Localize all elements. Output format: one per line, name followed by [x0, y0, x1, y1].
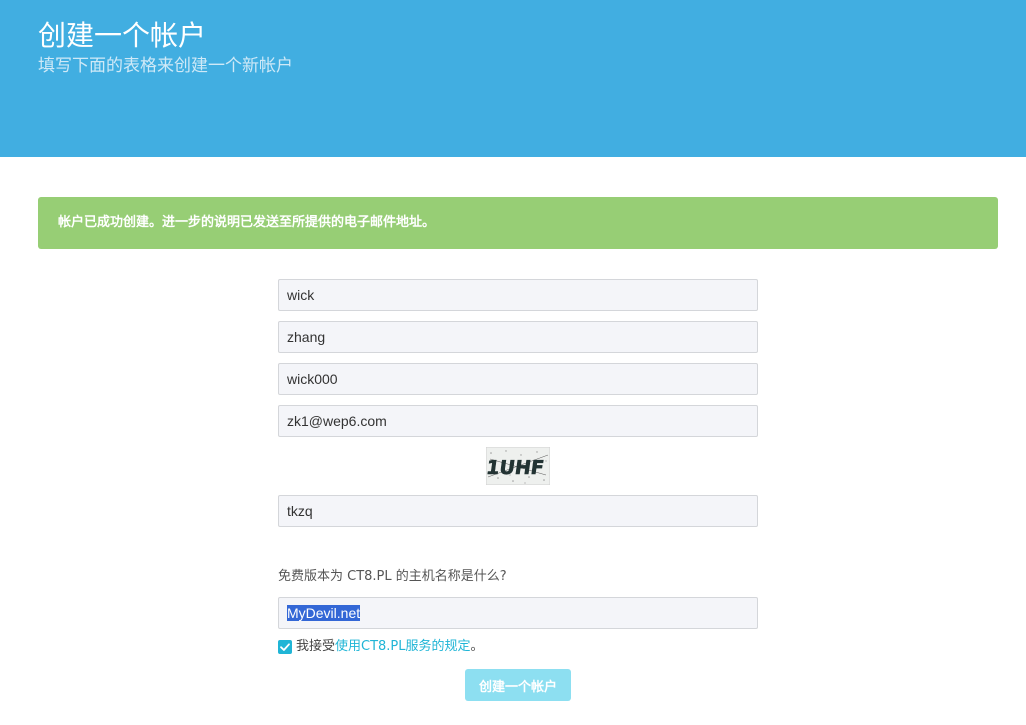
last-name-input[interactable]: zhang [278, 321, 758, 353]
first-name-input[interactable]: wick [278, 279, 758, 311]
username-value: wick000 [287, 371, 338, 387]
captcha-input[interactable]: tkzq [278, 495, 758, 527]
security-answer-value: MyDevil.net [287, 605, 361, 621]
security-answer-input[interactable]: MyDevil.net [278, 597, 758, 629]
captcha-image: 1UHF [484, 446, 551, 486]
last-name-value: zhang [287, 329, 326, 345]
first-name-value: wick [287, 287, 315, 303]
accept-terms-checkbox[interactable] [278, 640, 292, 654]
page-subtitle: 填写下面的表格来创建一个新帐户 [38, 56, 293, 76]
success-alert-message: 帐户已成功创建。进一步的说明已发送至所提供的电子邮件地址。 [58, 215, 436, 230]
accept-terms-label: 我接受使用CT8.PL服务的规定。 [296, 638, 484, 656]
terms-link[interactable]: 使用CT8.PL服务的规定 [335, 639, 471, 654]
username-input[interactable]: wick000 [278, 363, 758, 395]
email-value: zk1@wep6.com [287, 413, 387, 429]
create-account-button[interactable]: 创建一个帐户 [465, 669, 571, 701]
captcha-answer-value: tkzq [287, 503, 313, 519]
page-header: 创建一个帐户 填写下面的表格来创建一个新帐户 [0, 0, 1026, 157]
page-title: 创建一个帐户 [38, 19, 207, 52]
accept-terms-suffix: 。 [470, 639, 484, 654]
captcha-text: 1UHF [486, 456, 545, 479]
check-icon [280, 643, 290, 651]
security-question-label: 免费版本为 CT8.PL 的主机名称是什么? [278, 569, 507, 584]
accept-terms-prefix: 我接受 [296, 639, 336, 654]
success-alert: 帐户已成功创建。进一步的说明已发送至所提供的电子邮件地址。 [38, 197, 998, 249]
captcha-image-graphic: 1UHF [484, 446, 551, 486]
email-input[interactable]: zk1@wep6.com [278, 405, 758, 437]
